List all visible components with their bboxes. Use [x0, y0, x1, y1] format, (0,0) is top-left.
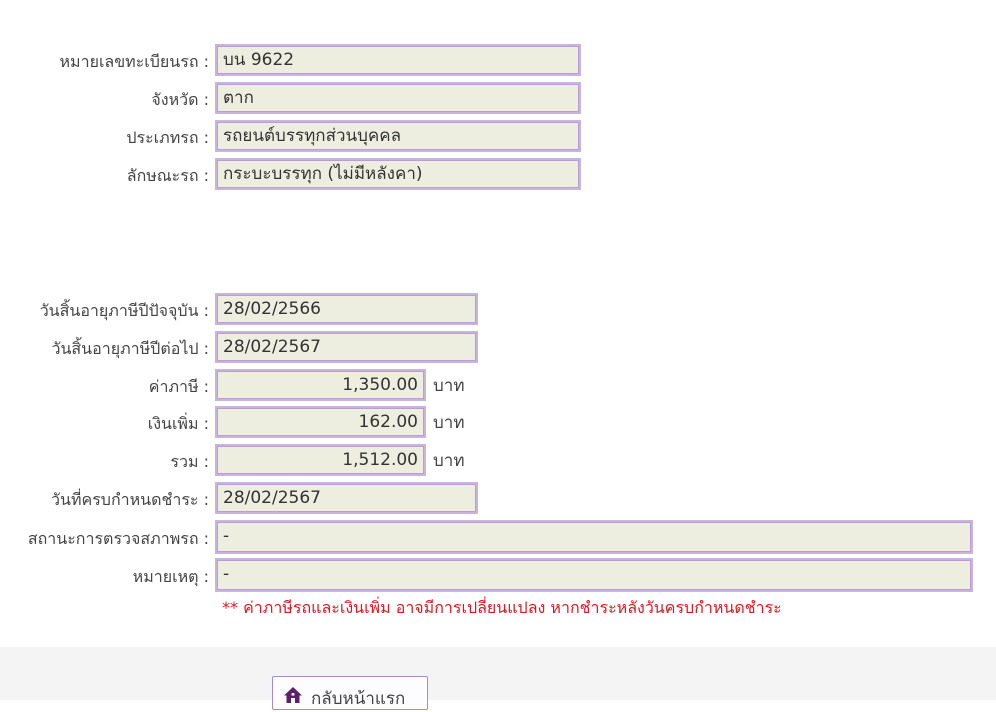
- surcharge-field: 162.00: [215, 406, 426, 438]
- due-date-field: 28/02/2567: [215, 482, 478, 514]
- vehicle-type-field: รถยนต์บรรทุกส่วนบุคคล: [215, 120, 581, 152]
- surcharge-unit: บาท: [433, 413, 465, 433]
- province-label: จังหวัด :: [151, 90, 209, 109]
- next-expiry-field: 28/02/2567: [215, 331, 478, 363]
- vehicle-type-label: ประเภทรถ :: [126, 128, 209, 147]
- home-icon: [283, 685, 311, 709]
- tax-unit: บาท: [433, 376, 465, 396]
- inspection-status-field: -: [215, 520, 973, 554]
- total-label: รวม :: [170, 452, 209, 471]
- tax-amount-field: 1,350.00: [215, 369, 426, 401]
- inspection-status-label: สถานะการตรวจสภาพรถ :: [27, 529, 209, 548]
- home-button[interactable]: กลับหน้าแรก: [272, 676, 428, 710]
- surcharge-label: เงินเพิ่ม :: [147, 414, 209, 433]
- next-expiry-label: วันสิ้นอายุภาษีปีต่อไป :: [51, 339, 209, 358]
- current-expiry-field: 28/02/2566: [215, 293, 478, 325]
- vehicle-body-label: ลักษณะรถ :: [126, 166, 209, 185]
- price-change-note: ** ค่าภาษีรถและเงินเพิ่ม อาจมีการเปลี่ยน…: [222, 598, 782, 617]
- current-expiry-label: วันสิ้นอายุภาษีปีปัจจุบัน :: [39, 301, 209, 320]
- due-date-label: วันที่ครบกำหนดชำระ :: [51, 490, 209, 509]
- province-field: ตาก: [215, 82, 581, 114]
- footer-bar: [0, 647, 996, 700]
- remark-field: -: [215, 558, 973, 592]
- plate-field: บน 9622: [215, 44, 581, 76]
- remark-label: หมายเหตุ :: [132, 567, 209, 586]
- home-button-label: กลับหน้าแรก: [311, 689, 406, 709]
- total-field: 1,512.00: [215, 444, 426, 476]
- plate-label: หมายเลขทะเบียนรถ :: [59, 52, 210, 71]
- tax-label: ค่าภาษี :: [148, 377, 209, 396]
- vehicle-body-field: กระบะบรรทุก (ไม่มีหลังคา): [215, 158, 581, 190]
- total-unit: บาท: [433, 451, 465, 471]
